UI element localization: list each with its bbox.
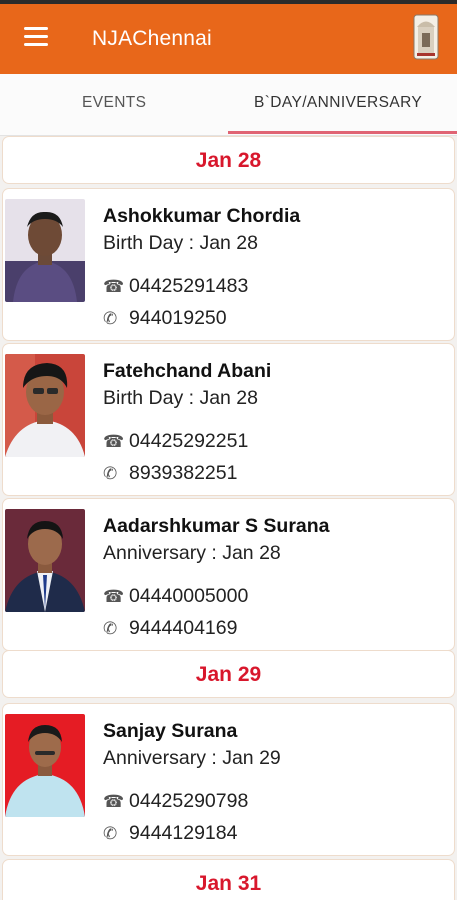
app-bar: NJAChennai <box>0 0 457 74</box>
date-header: Jan 31 <box>2 859 455 900</box>
tab-birthday-anniversary[interactable]: B`DAY/ANNIVERSARY <box>254 94 422 112</box>
mobile-phone-icon: ✆ <box>103 618 118 638</box>
member-photo <box>5 714 85 817</box>
occasion-date: Birth Day : Jan 28 <box>103 232 258 254</box>
mobile-number[interactable]: ✆ 9444129184 <box>103 822 237 845</box>
mobile-number[interactable]: ✆ 944019250 <box>103 307 227 330</box>
mobile-value: 9444404169 <box>129 617 238 639</box>
date-header: Jan 29 <box>2 650 455 698</box>
member-name: Aadarshkumar S Surana <box>103 515 330 537</box>
landline-number[interactable]: ☎ 04425292251 <box>103 430 248 453</box>
occasion-date: Birth Day : Jan 28 <box>103 387 258 409</box>
landline-value: 04425291483 <box>129 275 249 297</box>
hamburger-menu-icon[interactable] <box>24 27 48 47</box>
tab-bar: EVENTS B`DAY/ANNIVERSARY <box>0 74 457 136</box>
member-name: Sanjay Surana <box>103 720 238 742</box>
mobile-value: 8939382251 <box>129 462 238 484</box>
occasion-date: Anniversary : Jan 28 <box>103 542 281 564</box>
temple-logo-icon <box>413 14 439 60</box>
landline-value: 04425290798 <box>129 790 249 812</box>
member-photo <box>5 199 85 302</box>
occasion-date: Anniversary : Jan 29 <box>103 747 281 769</box>
mobile-phone-icon: ✆ <box>103 463 118 483</box>
landline-number[interactable]: ☎ 04425290798 <box>103 790 248 813</box>
landline-number[interactable]: ☎ 04440005000 <box>103 585 248 608</box>
member-photo <box>5 509 85 612</box>
mobile-number[interactable]: ✆ 8939382251 <box>103 462 237 485</box>
status-bar-strip <box>0 0 457 4</box>
member-name: Ashokkumar Chordia <box>103 205 301 227</box>
mobile-number[interactable]: ✆ 9444404169 <box>103 617 237 640</box>
tab-events[interactable]: EVENTS <box>82 94 146 112</box>
list-item[interactable]: Fatehchand Abani Birth Day : Jan 28 ☎ 04… <box>2 343 455 496</box>
date-header: Jan 28 <box>2 136 455 184</box>
app-title: NJAChennai <box>92 27 212 50</box>
mobile-phone-icon: ✆ <box>103 308 118 328</box>
list-item[interactable]: Aadarshkumar S Surana Anniversary : Jan … <box>2 498 455 651</box>
landline-value: 04425292251 <box>129 430 249 452</box>
telephone-icon: ☎ <box>103 586 125 606</box>
member-name: Fatehchand Abani <box>103 360 272 382</box>
list-item[interactable]: Ashokkumar Chordia Birth Day : Jan 28 ☎ … <box>2 188 455 341</box>
landline-value: 04440005000 <box>129 585 249 607</box>
telephone-icon: ☎ <box>103 431 125 451</box>
mobile-phone-icon: ✆ <box>103 823 118 843</box>
telephone-icon: ☎ <box>103 791 125 811</box>
landline-number[interactable]: ☎ 04425291483 <box>103 275 248 298</box>
member-list[interactable]: Jan 28 Ashokkumar Chordia Birth Day : Ja… <box>0 136 457 900</box>
telephone-icon: ☎ <box>103 276 125 296</box>
mobile-value: 9444129184 <box>129 822 238 844</box>
list-item[interactable]: Sanjay Surana Anniversary : Jan 29 ☎ 044… <box>2 703 455 856</box>
mobile-value: 944019250 <box>129 307 227 329</box>
tab-selected-indicator <box>228 131 457 134</box>
member-photo <box>5 354 85 457</box>
